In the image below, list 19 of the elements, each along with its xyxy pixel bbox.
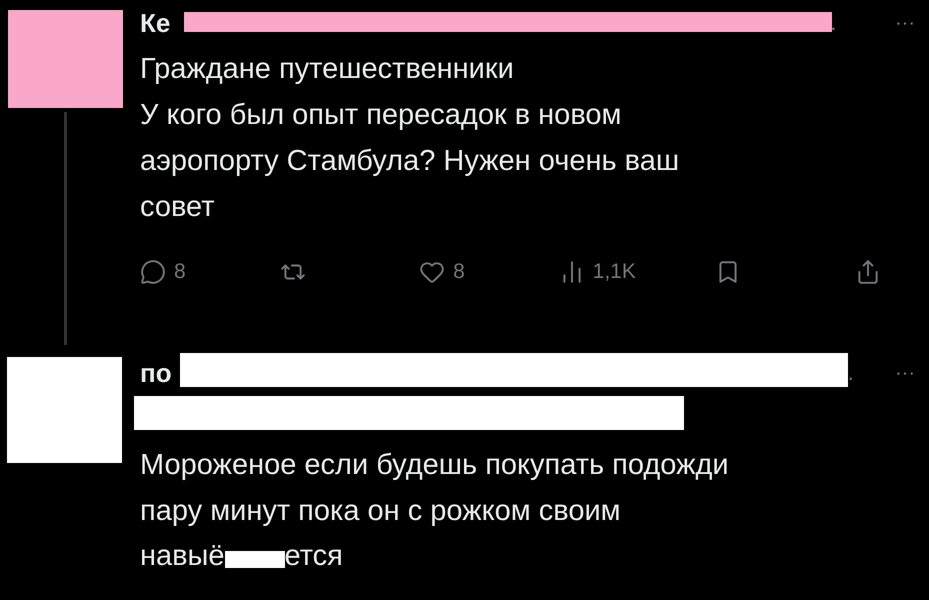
reply-text-fragment: навыё (140, 539, 225, 574)
post-text-line: совет (140, 190, 216, 225)
post-text-line: Граждане путешественники (140, 52, 515, 87)
action-count: 8 (453, 259, 465, 285)
name-fragment: . (848, 362, 854, 384)
action-count: 8 (174, 259, 186, 285)
action-count: 1,1K (592, 259, 636, 285)
author-name: по (140, 360, 172, 386)
post-text-line: аэропорту Стамбула? Нужен очень ваш (140, 144, 680, 179)
more-menu[interactable]: ··· (895, 363, 915, 383)
more-menu[interactable]: ··· (895, 13, 915, 33)
reply-icon[interactable] (140, 258, 166, 285)
word-redaction (224, 550, 285, 568)
reply-text-line: пару минут пока он с рожком своим (140, 494, 622, 529)
post-text-line: У кого был опыт пересадок в новом (140, 98, 622, 133)
name-fragment: . (830, 12, 836, 34)
author-name: Ке (140, 10, 170, 36)
reply-text-fragment: ется (284, 539, 343, 574)
reply-text-line: Мороженое если будешь покупать подожди (140, 448, 730, 483)
